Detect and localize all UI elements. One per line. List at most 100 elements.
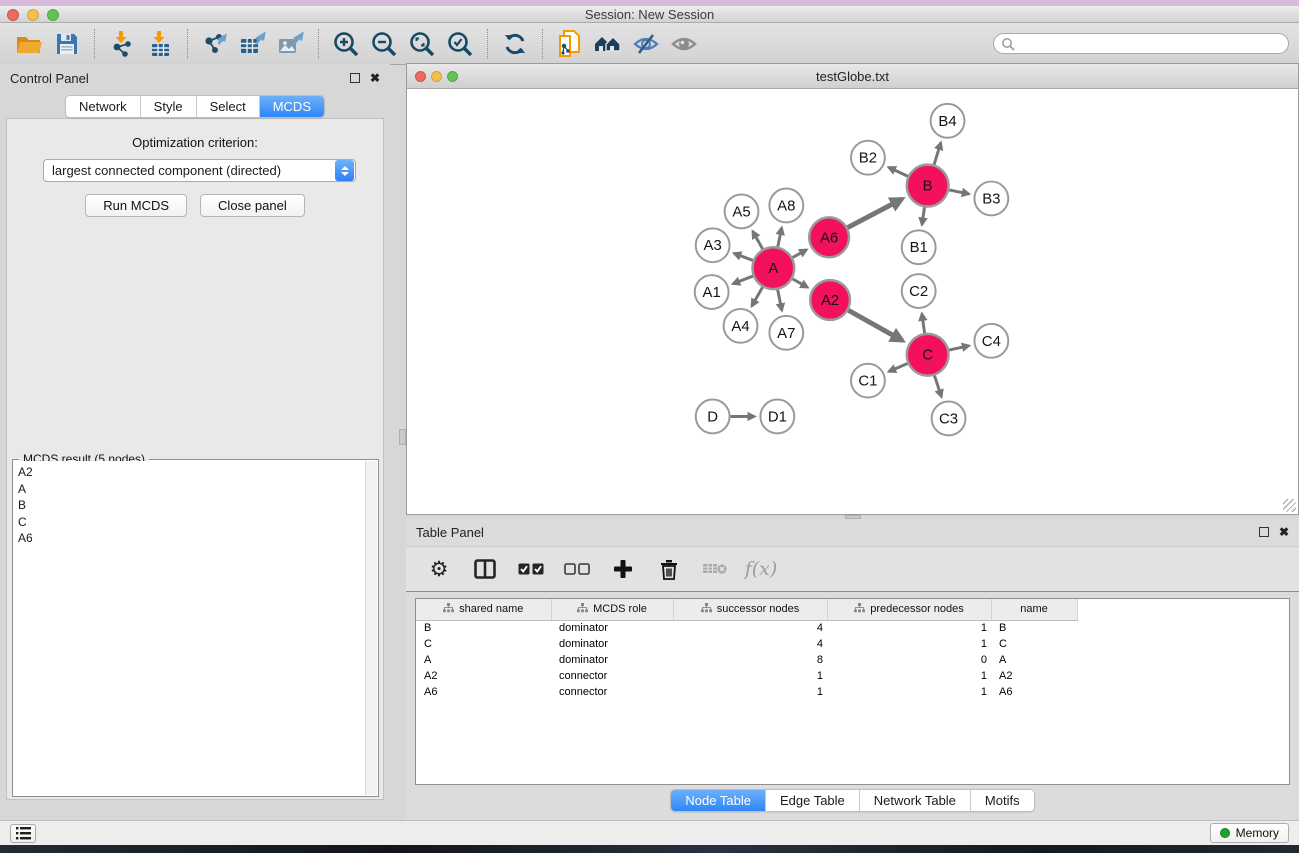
column-header-mcds-role[interactable]: MCDS role	[551, 599, 673, 620]
export-network-button[interactable]	[196, 27, 234, 61]
result-item[interactable]: B	[18, 497, 365, 514]
table-row[interactable]: Cdominator41C	[416, 636, 1089, 652]
optimization-criterion-select[interactable]: largest connected component (directed)	[43, 159, 356, 182]
result-item[interactable]: A	[18, 481, 365, 498]
table-row[interactable]: A6connector11A6	[416, 684, 1089, 700]
table-settings-button[interactable]: ⚙	[422, 552, 456, 586]
mcds-result-fieldset: MCDS result (5 nodes) A2ABCA6	[12, 459, 379, 797]
zoom-fit-button[interactable]	[403, 27, 441, 61]
horizontal-splitter-handle[interactable]	[845, 515, 861, 519]
tab-motifs[interactable]: Motifs	[971, 790, 1034, 811]
result-item[interactable]: A2	[18, 464, 365, 481]
create-column-button[interactable]	[606, 552, 640, 586]
column-header-successor-nodes[interactable]: successor nodes	[673, 599, 827, 620]
network-graph[interactable]: AA6A2BCA5A8A3A1A4A7B4B2B3B1C2C4C1C3DD1	[407, 89, 1298, 514]
mcds-result-list[interactable]: A2ABCA6	[14, 461, 365, 795]
result-item[interactable]: A6	[18, 530, 365, 547]
show-task-history-button[interactable]	[10, 824, 36, 843]
select-all-columns-button[interactable]	[514, 552, 548, 586]
tab-style[interactable]: Style	[141, 96, 197, 117]
minimize-window-button[interactable]	[27, 9, 39, 21]
graph-edge-B-B4[interactable]	[934, 143, 941, 165]
graph-edge-A6-B[interactable]	[848, 199, 902, 228]
zoom-selected-button[interactable]	[441, 27, 479, 61]
create-network-view-button[interactable]	[551, 27, 589, 61]
graph-edge-A-A5[interactable]	[753, 231, 763, 249]
export-table-button[interactable]	[234, 27, 272, 61]
table-row[interactable]: Adominator80A	[416, 652, 1089, 668]
show-column-button[interactable]	[468, 552, 502, 586]
graph-node-label-C: C	[922, 347, 933, 364]
delete-columns-button[interactable]	[652, 552, 686, 586]
function-builder-button[interactable]: f(x)	[744, 552, 778, 586]
search-input[interactable]	[1015, 35, 1288, 52]
search-field[interactable]	[993, 33, 1289, 54]
tab-select[interactable]: Select	[197, 96, 260, 117]
graph-edge-B-B1[interactable]	[922, 207, 925, 224]
network-minimize-button[interactable]	[431, 71, 442, 82]
close-window-button[interactable]	[7, 9, 19, 21]
graph-edge-C-C3[interactable]	[934, 376, 941, 397]
network-window-titlebar[interactable]: testGlobe.txt	[407, 64, 1298, 89]
export-table-icon	[239, 31, 267, 57]
window-resize-grip[interactable]	[1283, 499, 1296, 512]
import-table-button[interactable]	[141, 27, 179, 61]
toolbar-separator	[187, 29, 188, 59]
graph-edge-A-A8[interactable]	[778, 228, 782, 247]
first-neighbors-button[interactable]	[589, 27, 627, 61]
graph-edge-A-A3[interactable]	[734, 253, 753, 260]
tab-network[interactable]: Network	[66, 96, 141, 117]
zoom-out-button[interactable]	[365, 27, 403, 61]
graph-edge-C-C2[interactable]	[922, 314, 925, 333]
result-item[interactable]: C	[18, 514, 365, 531]
vertical-splitter-handle[interactable]	[399, 429, 406, 445]
graph-edge-A-A7[interactable]	[778, 290, 782, 311]
memory-button[interactable]: Memory	[1210, 823, 1289, 843]
tab-network-table[interactable]: Network Table	[860, 790, 971, 811]
graph-edge-A-A6[interactable]	[793, 250, 807, 258]
network-zoom-button[interactable]	[447, 71, 458, 82]
hide-selected-button[interactable]	[627, 27, 665, 61]
unselect-all-columns-button[interactable]	[560, 552, 594, 586]
import-network-button[interactable]	[103, 27, 141, 61]
save-session-button[interactable]	[48, 27, 86, 61]
graph-edge-A-A1[interactable]	[733, 276, 753, 284]
apply-layout-button[interactable]	[496, 27, 534, 61]
run-mcds-button[interactable]: Run MCDS	[85, 194, 187, 217]
graph-edge-B-B3[interactable]	[949, 190, 969, 194]
float-table-panel-icon[interactable]	[1259, 527, 1269, 537]
zoom-window-button[interactable]	[47, 9, 59, 21]
graph-edge-C-C4[interactable]	[949, 346, 969, 350]
column-header-shared-name[interactable]: shared name	[416, 599, 551, 620]
show-all-button[interactable]	[665, 27, 703, 61]
tab-node-table[interactable]: Node Table	[671, 790, 766, 811]
close-panel-button[interactable]: Close panel	[200, 194, 305, 217]
table-row[interactable]: Bdominator41B	[416, 620, 1089, 636]
control-panel-titlebar: Control Panel ✖	[0, 64, 390, 92]
network-close-button[interactable]	[415, 71, 426, 82]
control-panel-tabbar: NetworkStyleSelectMCDS	[65, 95, 325, 118]
close-panel-icon[interactable]: ✖	[370, 73, 380, 83]
export-image-button[interactable]	[272, 27, 310, 61]
float-panel-icon[interactable]	[350, 73, 360, 83]
column-header-name[interactable]: name	[991, 599, 1077, 620]
graph-edge-A-A2[interactable]	[792, 279, 807, 287]
graph-edge-A2-C[interactable]	[848, 310, 902, 340]
graph-edge-B-B2[interactable]	[889, 167, 908, 176]
delete-table-button[interactable]	[698, 552, 732, 586]
tab-mcds[interactable]: MCDS	[260, 96, 324, 117]
result-scrollbar[interactable]	[365, 461, 377, 795]
network-canvas[interactable]: AA6A2BCA5A8A3A1A4A7B4B2B3B1C2C4C1C3DD1	[407, 89, 1298, 514]
close-table-panel-icon[interactable]: ✖	[1279, 527, 1289, 537]
table-toolbar: ⚙	[406, 546, 1299, 592]
zoom-in-button[interactable]	[327, 27, 365, 61]
column-header-predecessor-nodes[interactable]: predecessor nodes	[827, 599, 991, 620]
graph-edge-A-A4[interactable]	[752, 287, 763, 306]
open-session-button[interactable]	[10, 27, 48, 61]
table-row[interactable]: A2connector11A2	[416, 668, 1089, 684]
graph-edge-C-C1[interactable]	[889, 363, 908, 371]
graph-node-label-C2: C2	[909, 283, 928, 300]
column-type-icon	[701, 603, 712, 613]
tab-edge-table[interactable]: Edge Table	[766, 790, 860, 811]
zoom-fit-icon	[408, 30, 436, 58]
